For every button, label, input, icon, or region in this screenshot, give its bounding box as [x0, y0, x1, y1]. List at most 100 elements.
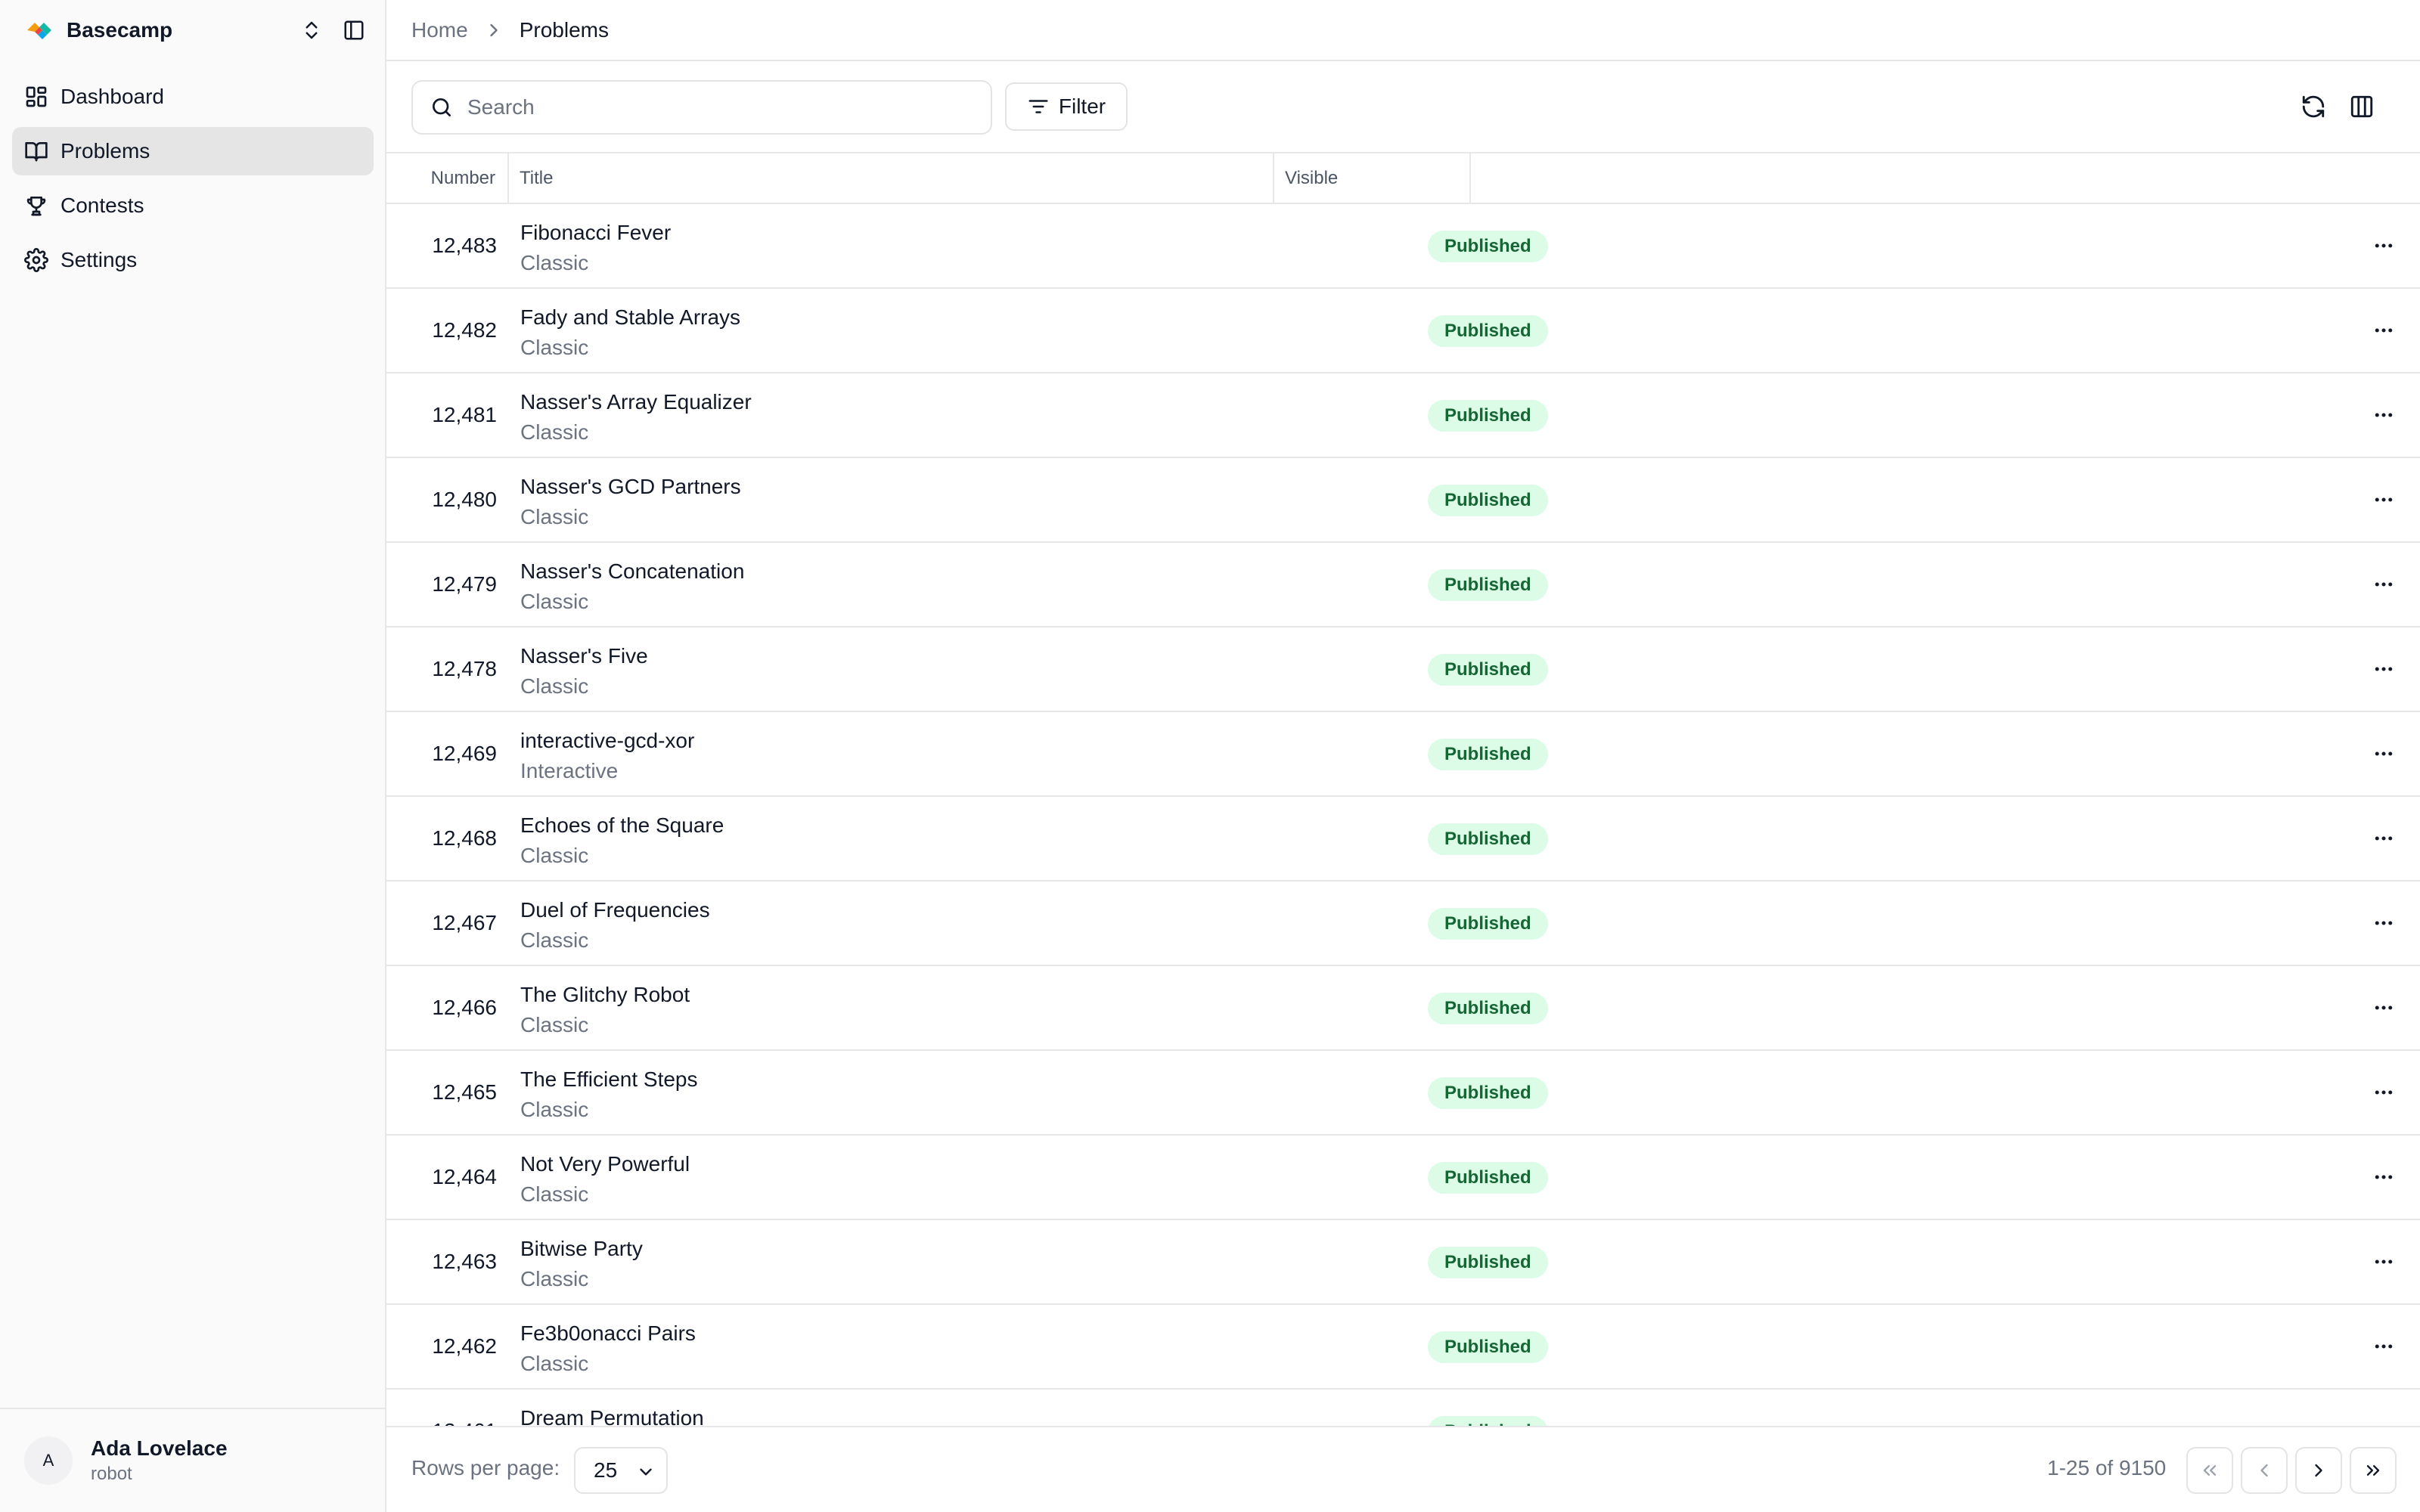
table-row[interactable]: 12,480 Nasser's GCD Partners Classic Publis… [386, 458, 2420, 543]
sidebar-nav: Dashboard Problems Contests Settings [12, 73, 374, 290]
table-row[interactable]: 12,468 Echoes of the Square Classic Publish… [386, 797, 2420, 881]
status-badge: Published [1428, 231, 1548, 262]
problem-title-cell: Dream PermutationClassic [520, 1405, 704, 1426]
status-badge: Published [1428, 739, 1548, 770]
table-row[interactable]: 12,462 Fe3b0onacci Pairs Classic Published [386, 1305, 2420, 1390]
column-header-title[interactable]: Title [509, 153, 1274, 203]
more-horizontal-icon [2375, 921, 2393, 925]
chevron-right-icon [2315, 1464, 2322, 1477]
sidebar-item-label: Dashboard [60, 85, 164, 108]
table-row[interactable]: 12,479 Nasser's Concatenation Classic Publi… [386, 543, 2420, 627]
table-row[interactable]: 12,464 Not Very Powerful Classic Published [386, 1136, 2420, 1220]
problem-title[interactable]: Dream Permutation [520, 1405, 704, 1426]
avatar: A [24, 1436, 73, 1485]
problem-title[interactable]: Bitwise Party [520, 1235, 643, 1263]
problem-title[interactable]: Nasser's GCD Partners [520, 473, 741, 500]
row-actions-button[interactable] [2369, 993, 2399, 1023]
user-role: robot [91, 1464, 132, 1484]
pagination-range: 1-25 of 9150 [2047, 1456, 2167, 1479]
problem-title[interactable]: Not Very Powerful [520, 1151, 690, 1178]
problem-type: Classic [520, 590, 589, 613]
row-actions-button[interactable] [2369, 823, 2399, 854]
status-badge: Published [1428, 654, 1548, 686]
row-actions-button[interactable] [2369, 231, 2399, 261]
problem-title[interactable]: Fibonacci Fever [520, 219, 671, 246]
more-horizontal-icon [2375, 667, 2393, 671]
row-actions-button[interactable] [2369, 654, 2399, 684]
table-row[interactable]: 12,483 Fibonacci Fever Classic Published [386, 204, 2420, 289]
row-actions-button[interactable] [2369, 739, 2399, 769]
row-actions-button[interactable] [2369, 1247, 2399, 1277]
table-row[interactable]: 12,461 Dream PermutationClassic Published [386, 1390, 2420, 1426]
user-profile[interactable]: A Ada Lovelace robot [0, 1408, 386, 1512]
problem-title[interactable]: Nasser's Five [520, 643, 648, 670]
problem-number: 12,466 [432, 996, 497, 1019]
search-input[interactable]: Search [411, 80, 992, 135]
problem-title[interactable]: Echoes of the Square [520, 812, 724, 839]
column-header-visible[interactable]: Visible [1274, 153, 1471, 203]
rows-per-page-label: Rows per page: [411, 1456, 560, 1479]
problem-number: 12,461 [386, 1390, 497, 1426]
rows-per-page-select[interactable]: 25 [574, 1447, 668, 1494]
more-horizontal-icon [2375, 1344, 2393, 1349]
problem-title[interactable]: Duel of Frequencies [520, 897, 710, 924]
table-header: Number Title Visible [386, 153, 2420, 204]
status-badge: Published [1428, 569, 1548, 601]
status-badge: Published [1428, 823, 1548, 855]
problem-type: Classic [520, 505, 589, 528]
row-actions-button[interactable] [2369, 1077, 2399, 1108]
table-row[interactable]: 12,478 Nasser's Five Classic Published [386, 627, 2420, 712]
sidebar-item-dashboard[interactable]: Dashboard [12, 73, 374, 121]
table-row[interactable]: 12,469 interactive-gcd-xor Interactive Publ… [386, 712, 2420, 797]
problem-title-cell: Not Very Powerful Classic [520, 1151, 690, 1208]
table-row[interactable]: 12,465 The Efficient Steps Classic Publishe… [386, 1051, 2420, 1136]
first-page-button[interactable] [2186, 1447, 2233, 1494]
problem-type: Classic [520, 928, 589, 952]
problem-type: Classic [520, 1182, 589, 1206]
row-actions-button[interactable] [2369, 569, 2399, 600]
problem-title[interactable]: The Efficient Steps [520, 1066, 698, 1093]
column-header-number[interactable]: Number [386, 153, 509, 203]
more-horizontal-icon [2375, 582, 2393, 587]
book-icon [25, 142, 48, 162]
more-horizontal-icon [2375, 751, 2393, 756]
breadcrumb: Home Problems [386, 0, 2420, 61]
row-actions-button[interactable] [2369, 908, 2399, 938]
problem-title[interactable]: Fady and Stable Arrays [520, 304, 740, 331]
chevrons-up-down-icon [306, 21, 318, 39]
problem-title[interactable]: The Glitchy Robot [520, 981, 690, 1009]
table-row[interactable]: 12,466 The Glitchy Robot Classic Published [386, 966, 2420, 1051]
problem-title[interactable]: Nasser's Concatenation [520, 558, 744, 585]
columns-button[interactable] [2347, 91, 2377, 122]
problem-number: 12,469 [432, 742, 497, 765]
workspace-switcher-button[interactable] [296, 15, 327, 45]
table-row[interactable]: 12,481 Nasser's Array Equalizer Classic Pub… [386, 373, 2420, 458]
row-actions-button[interactable] [2369, 485, 2399, 515]
problem-type: Classic [520, 1098, 589, 1121]
problem-title[interactable]: Fe3b0onacci Pairs [520, 1320, 696, 1347]
problem-title[interactable]: Nasser's Array Equalizer [520, 389, 752, 416]
problem-title[interactable]: interactive-gcd-xor [520, 727, 694, 754]
table-row[interactable]: 12,482 Fady and Stable Arrays Classic Publi… [386, 289, 2420, 373]
sidebar-item-settings[interactable]: Settings [12, 236, 374, 284]
sidebar-panel-icon [344, 20, 364, 40]
table-row[interactable]: 12,467 Duel of Frequencies Classic Publishe… [386, 881, 2420, 966]
previous-page-button[interactable] [2241, 1447, 2288, 1494]
last-page-button[interactable] [2350, 1447, 2397, 1494]
row-actions-button[interactable] [2369, 1416, 2399, 1426]
row-actions-button[interactable] [2369, 1162, 2399, 1192]
breadcrumb-home-link[interactable]: Home [411, 18, 468, 42]
row-actions-button[interactable] [2369, 1331, 2399, 1362]
problem-title-cell: Echoes of the Square Classic [520, 812, 724, 869]
next-page-button[interactable] [2295, 1447, 2342, 1494]
filter-button[interactable]: Filter [1005, 82, 1128, 131]
columns-icon [2350, 95, 2373, 118]
sidebar-item-problems[interactable]: Problems [12, 127, 374, 175]
row-actions-button[interactable] [2369, 400, 2399, 430]
row-actions-button[interactable] [2369, 315, 2399, 345]
toggle-sidebar-button[interactable] [339, 15, 369, 45]
refresh-button[interactable] [2298, 91, 2328, 122]
app-name: Basecamp [67, 18, 173, 42]
table-row[interactable]: 12,463 Bitwise Party Classic Published [386, 1220, 2420, 1305]
sidebar-item-contests[interactable]: Contests [12, 181, 374, 230]
